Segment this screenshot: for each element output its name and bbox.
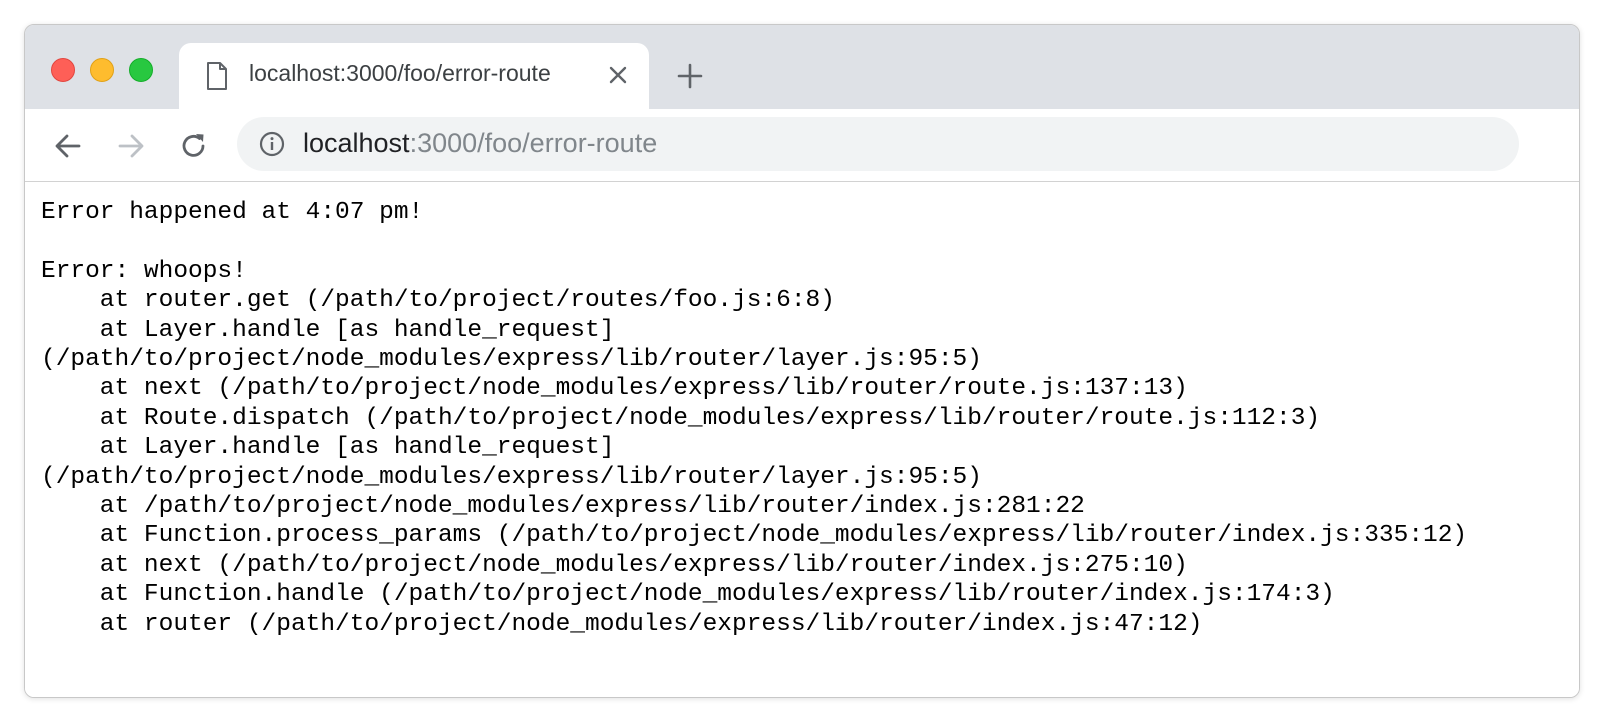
error-line: (/path/to/project/node_modules/express/l… xyxy=(41,463,982,491)
window-close-button[interactable] xyxy=(51,58,75,82)
address-bar[interactable]: localhost:3000/foo/error-route xyxy=(237,117,1519,171)
url-path: :3000/foo/error-route xyxy=(409,128,658,158)
browser-tab[interactable]: localhost:3000/foo/error-route xyxy=(179,43,649,109)
reload-icon[interactable] xyxy=(179,131,209,161)
document-icon xyxy=(207,62,227,90)
page-content: Error happened at 4:07 pm! Error: whoops… xyxy=(25,182,1579,697)
browser-window: localhost:3000/foo/error-route localhost… xyxy=(24,24,1580,698)
error-line: at /path/to/project/node_modules/express… xyxy=(41,493,1085,521)
error-line: at router (/path/to/project/node_modules… xyxy=(41,610,1203,638)
info-icon[interactable] xyxy=(259,131,285,157)
tab-title: localhost:3000/foo/error-route xyxy=(249,60,551,86)
error-line: at Layer.handle [as handle_request] xyxy=(41,316,615,344)
error-line: Error happened at 4:07 pm! xyxy=(41,199,424,226)
window-minimize-button[interactable] xyxy=(90,58,114,82)
error-line: at next (/path/to/project/node_modules/e… xyxy=(41,375,1188,403)
error-line: at next (/path/to/project/node_modules/e… xyxy=(41,551,1188,579)
browser-toolbar: localhost:3000/foo/error-route xyxy=(25,109,1579,182)
title-bar: localhost:3000/foo/error-route xyxy=(25,25,1579,109)
url-text[interactable]: localhost:3000/foo/error-route xyxy=(303,128,657,159)
error-line: at Function.process_params (/path/to/pro… xyxy=(41,522,1468,550)
close-icon[interactable] xyxy=(607,64,629,86)
error-line: at router.get (/path/to/project/routes/f… xyxy=(41,287,835,315)
error-line: at Function.handle (/path/to/project/nod… xyxy=(41,581,1335,609)
window-maximize-button[interactable] xyxy=(129,58,153,82)
arrow-right-icon[interactable] xyxy=(116,131,146,161)
error-stack-trace: Error happened at 4:07 pm! Error: whoops… xyxy=(41,198,1467,639)
plus-icon[interactable] xyxy=(677,63,703,89)
error-line: at Route.dispatch (/path/to/project/node… xyxy=(41,404,1321,432)
error-line: (/path/to/project/node_modules/express/l… xyxy=(41,346,982,374)
error-line: Error: whoops! xyxy=(41,257,247,285)
url-host: localhost xyxy=(303,128,410,158)
error-line: at Layer.handle [as handle_request] xyxy=(41,434,615,462)
arrow-left-icon[interactable] xyxy=(53,131,83,161)
